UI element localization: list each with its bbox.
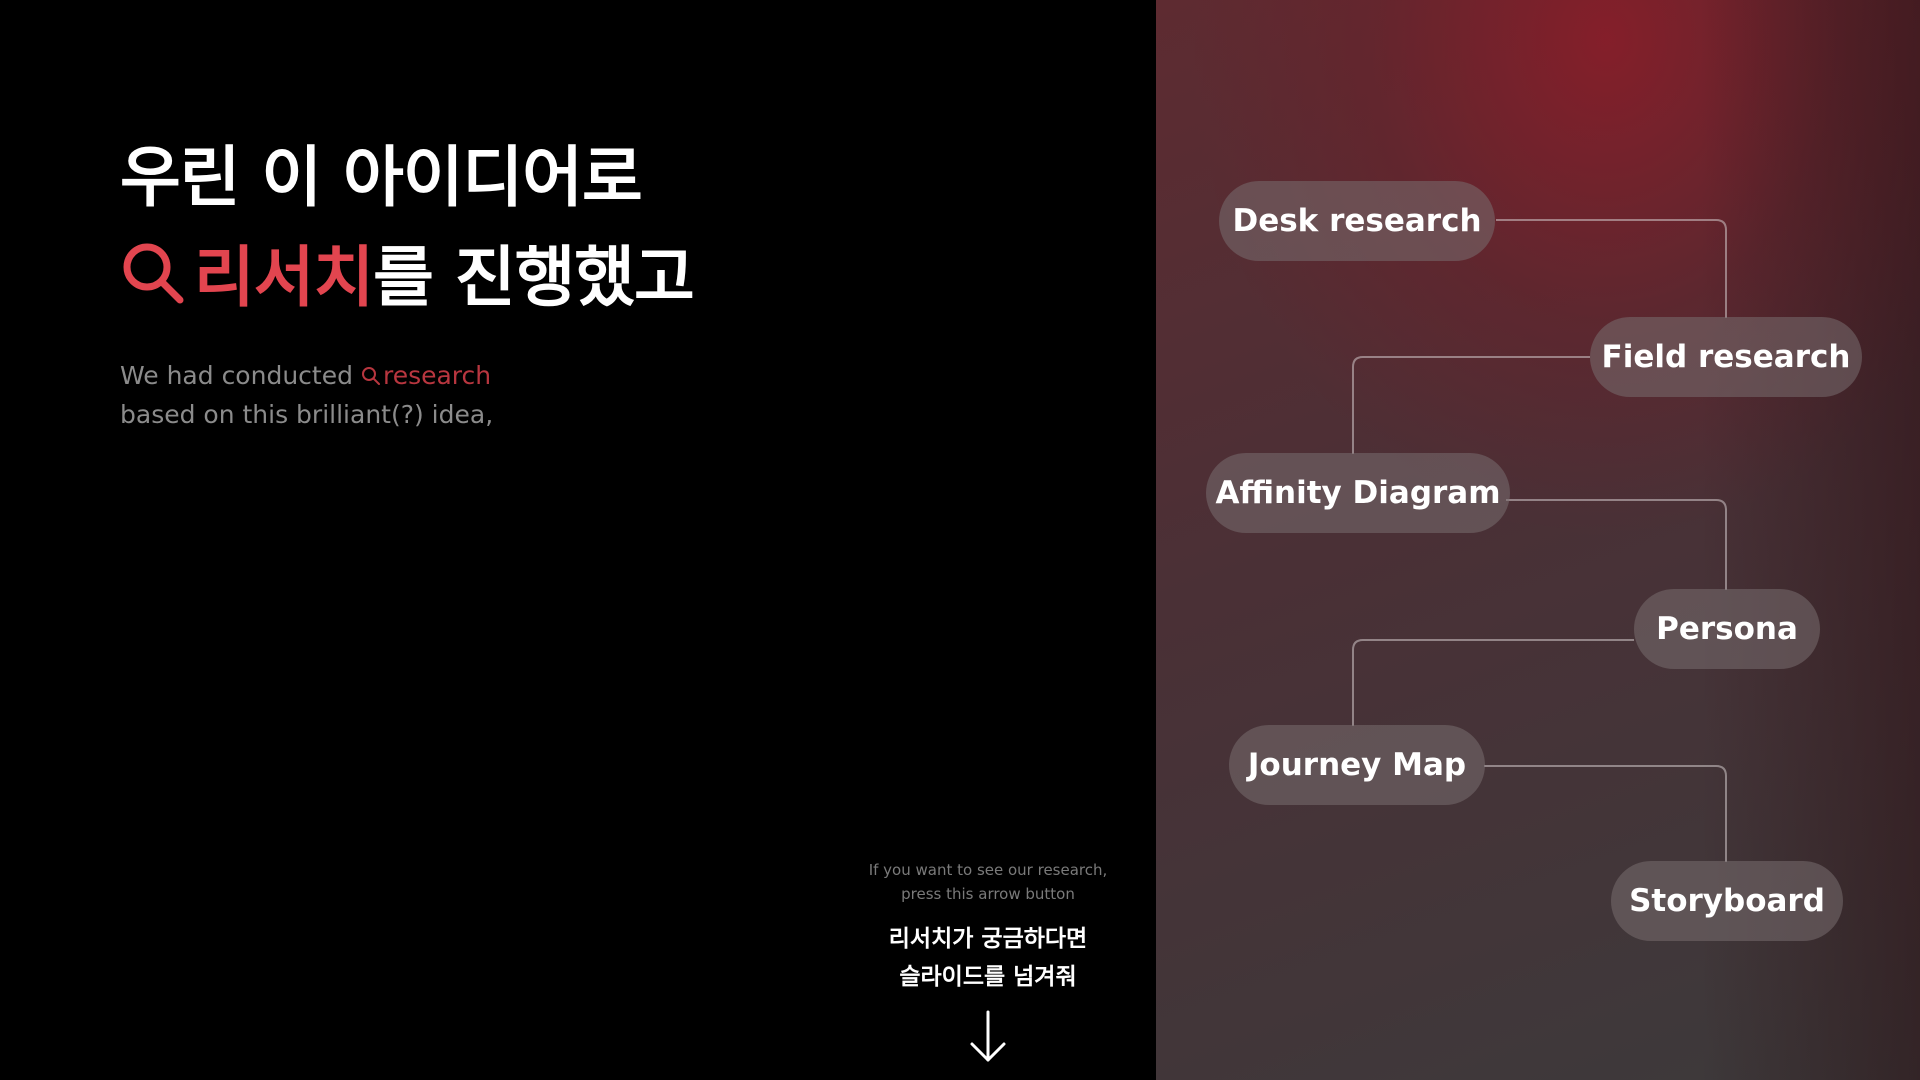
connector-3 bbox=[1506, 499, 1727, 590]
hint-en-line-2: press this arrow button bbox=[901, 885, 1075, 903]
step-persona: Persona bbox=[1634, 589, 1820, 669]
research-flow-panel: Desk research Field research Affinity Di… bbox=[1156, 0, 1920, 1080]
subtitle: We had conducted research based on this … bbox=[120, 356, 493, 434]
step-field-research: Field research bbox=[1590, 317, 1862, 397]
headline-line-1: 우린 이 아이디어로 bbox=[120, 139, 643, 216]
search-icon bbox=[123, 243, 184, 304]
connector-4 bbox=[1352, 639, 1634, 726]
subtitle-line-2: based on this brilliant(?) idea, bbox=[120, 400, 494, 429]
hint-ko-line-1: 리서치가 궁금하다면 bbox=[888, 926, 1088, 952]
left-panel: 우린 이 아이디어로 리서치를 진행했고 We had conducted re… bbox=[0, 0, 1156, 1080]
search-icon-small bbox=[361, 367, 380, 385]
subtitle-prefix: We had conducted bbox=[120, 361, 353, 390]
subtitle-line-1: We had conducted research bbox=[120, 356, 493, 395]
hint-korean: 리서치가 궁금하다면 슬라이드를 넘겨줘 bbox=[860, 920, 1116, 996]
headline-line-2: 리서치를 진행했고 bbox=[120, 228, 695, 328]
subtitle-highlight: research bbox=[382, 361, 492, 390]
connector-1 bbox=[1496, 219, 1727, 318]
headline: 우린 이 아이디어로 리서치를 진행했고 bbox=[120, 128, 695, 328]
connector-5 bbox=[1484, 765, 1727, 862]
headline-highlight: 리서치 bbox=[194, 239, 374, 316]
hint-en-line-1: If you want to see our research, bbox=[868, 861, 1108, 879]
step-journey-map: Journey Map bbox=[1229, 725, 1485, 805]
hint-ko-line-2: 슬라이드를 넘겨줘 bbox=[899, 964, 1077, 990]
step-desk-research: Desk research bbox=[1219, 181, 1495, 261]
headline-line-2-rest: 를 진행했고 bbox=[373, 239, 695, 316]
hint-english: If you want to see our research, press t… bbox=[860, 858, 1116, 906]
step-storyboard: Storyboard bbox=[1611, 861, 1843, 941]
arrow-down-icon[interactable] bbox=[968, 1010, 1008, 1066]
step-affinity-diagram: Affinity Diagram bbox=[1206, 453, 1510, 533]
connector-2 bbox=[1352, 356, 1590, 454]
